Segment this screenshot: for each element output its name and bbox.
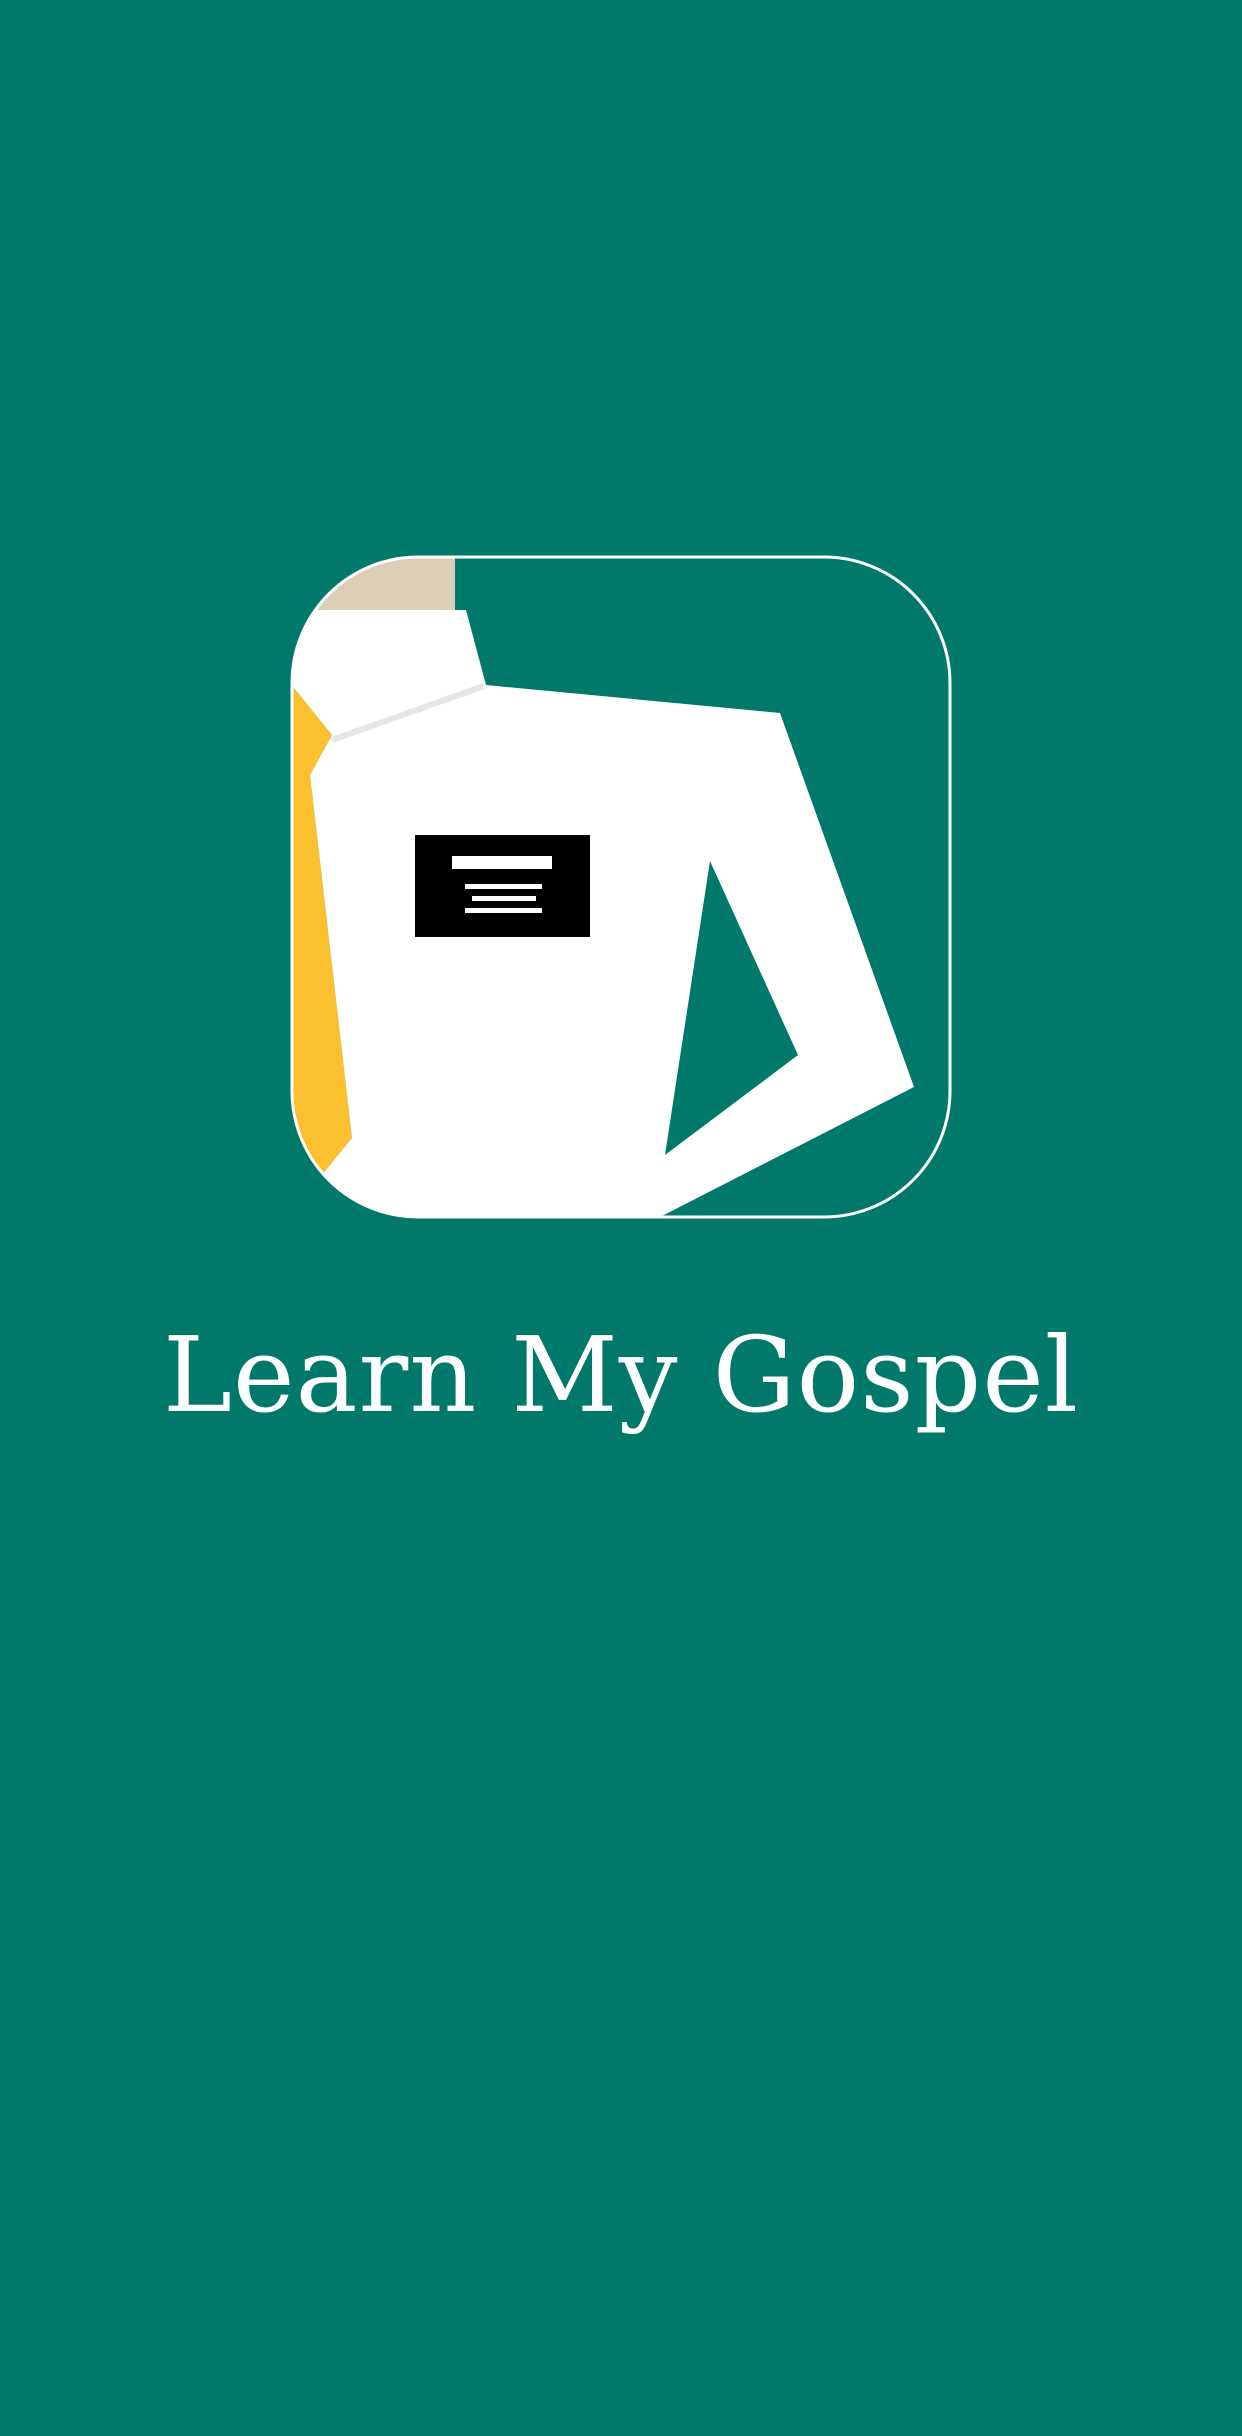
app-title: Learn My Gospel <box>162 1314 1080 1436</box>
shirt-shape <box>292 610 914 1217</box>
splash-screen: Learn My Gospel <box>0 0 1242 2436</box>
neck-shape <box>292 557 455 610</box>
name-tag-icon <box>415 835 590 937</box>
missionary-figure-icon <box>290 555 952 1219</box>
